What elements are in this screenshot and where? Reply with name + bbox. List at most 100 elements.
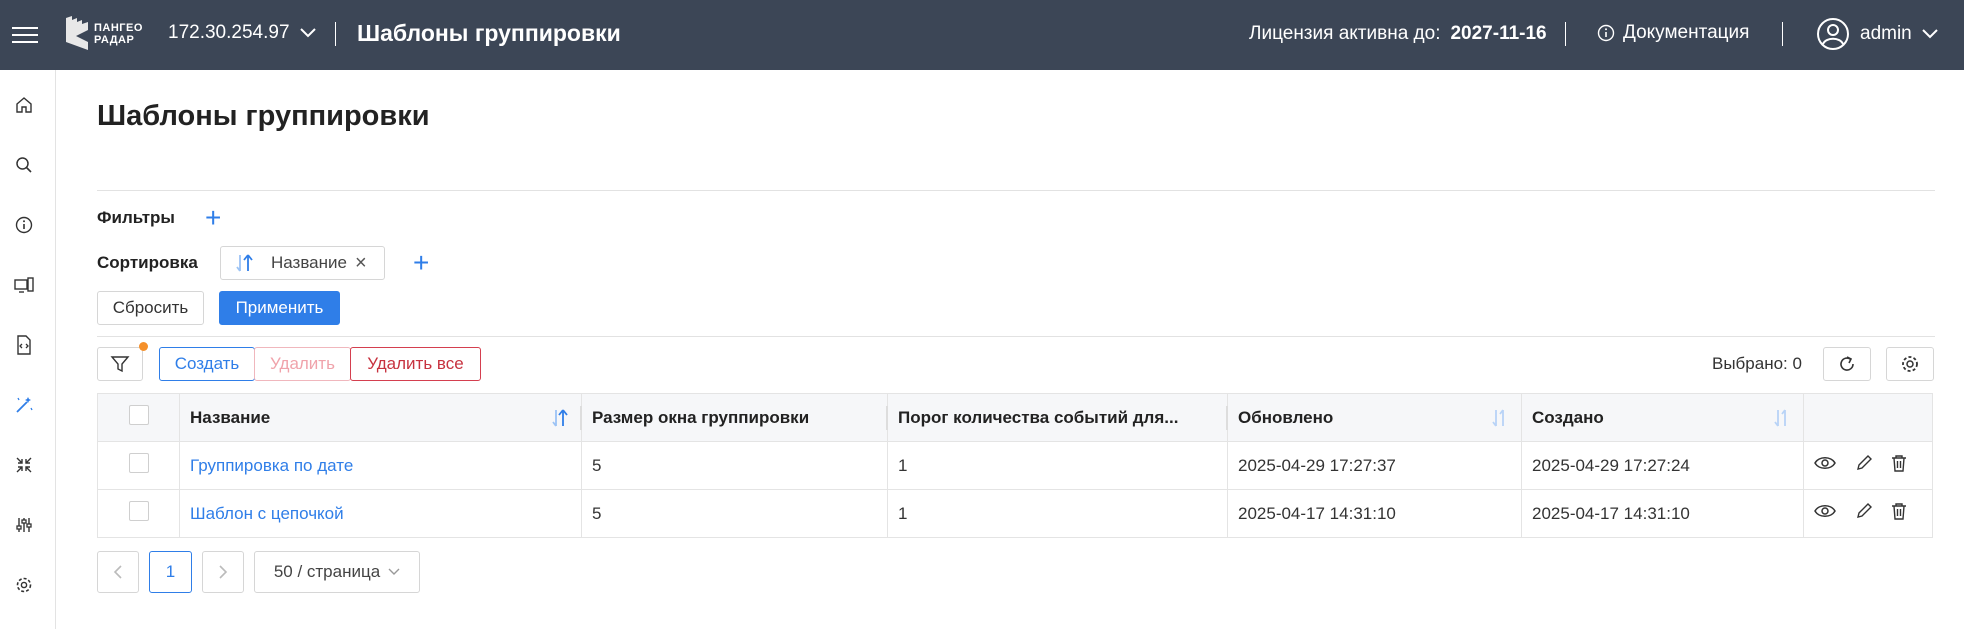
magic-wand-icon[interactable]: [13, 394, 35, 416]
chevron-right-icon: [219, 565, 228, 579]
logo-icon: [66, 16, 88, 50]
sort-chip[interactable]: Название ×: [220, 246, 385, 280]
sort-icon[interactable]: [1489, 407, 1511, 429]
divider: [97, 336, 1935, 337]
actions-cell: [1803, 441, 1933, 490]
search-icon[interactable]: [13, 154, 35, 176]
select-all-checkbox[interactable]: [128, 405, 149, 425]
updated-cell: 2025-04-29 17:27:37: [1227, 441, 1522, 490]
delete-all-button[interactable]: Удалить все: [350, 347, 481, 381]
selected-count: Выбрано: 0: [1712, 354, 1802, 373]
column-header-label: Название: [190, 407, 271, 427]
page-size-select[interactable]: 50 / страница: [254, 551, 420, 593]
top-bar: ПАНГЕО РАДАР 172.30.254.97 Шаблоны групп…: [0, 0, 1964, 70]
divider: [335, 22, 336, 46]
column-header-label: Размер окна группировки: [592, 407, 810, 427]
select-all-cell: [97, 393, 180, 442]
created-cell: 2025-04-29 17:27:24: [1521, 441, 1804, 490]
delete-button[interactable]: Удалить: [254, 347, 351, 381]
host-selector[interactable]: 172.30.254.97: [168, 22, 316, 44]
row-checkbox[interactable]: [128, 453, 149, 473]
name-cell: Группировка по дате: [179, 441, 582, 490]
menu-icon[interactable]: [12, 22, 38, 46]
create-button[interactable]: Создать: [159, 347, 255, 381]
chevron-down-icon: [1922, 29, 1938, 39]
home-icon[interactable]: [13, 94, 35, 116]
sort-ascending-icon[interactable]: [549, 407, 571, 429]
code-file-icon[interactable]: [13, 334, 35, 356]
reset-button[interactable]: Сбросить: [97, 291, 204, 325]
sort-icon[interactable]: [1771, 407, 1793, 429]
divider: [1565, 22, 1566, 46]
devices-icon[interactable]: [13, 274, 35, 296]
eye-icon[interactable]: [1814, 503, 1836, 524]
user-menu[interactable]: admin: [1816, 17, 1938, 51]
threshold-cell: 1: [887, 441, 1228, 490]
template-name-link[interactable]: Шаблон с цепочкой: [190, 504, 344, 523]
documentation-label: Документация: [1623, 22, 1750, 43]
pencil-icon[interactable]: [1855, 502, 1873, 525]
window-cell: 5: [581, 441, 888, 490]
table-header-row: Название Размер окна группировки Порог к…: [97, 393, 1933, 442]
row-checkbox[interactable]: [128, 501, 149, 521]
add-filter-icon[interactable]: +: [205, 204, 221, 232]
settings-button[interactable]: [1886, 347, 1934, 381]
documentation-link[interactable]: Документация: [1597, 22, 1749, 44]
refresh-icon: [1840, 356, 1854, 371]
row-select-cell: [97, 441, 180, 490]
divider: [97, 190, 1935, 191]
chevron-down-icon: [299, 28, 316, 38]
avatar-icon: [1817, 18, 1849, 50]
info-icon[interactable]: [13, 214, 35, 236]
username: admin: [1860, 23, 1912, 44]
logo-line1: ПАНГЕО: [94, 22, 143, 34]
threshold-cell: 1: [887, 489, 1228, 538]
gear-icon: [1902, 356, 1918, 372]
page-size-value: 50 / страница: [273, 562, 381, 581]
window-cell: 5: [581, 489, 888, 538]
close-icon[interactable]: ×: [355, 252, 367, 275]
trash-icon[interactable]: [1891, 502, 1907, 525]
chevron-left-icon: [113, 565, 122, 579]
collapse-icon[interactable]: [13, 454, 35, 476]
column-header-created[interactable]: Создано: [1521, 393, 1804, 442]
gear-icon[interactable]: [13, 574, 35, 596]
templates-table: Название Размер окна группировки Порог к…: [97, 393, 1933, 538]
column-header-name[interactable]: Название: [179, 393, 582, 442]
filter-icon: [110, 356, 130, 373]
header-title: Шаблоны группировки: [357, 20, 621, 46]
column-header-label: Обновлено: [1238, 407, 1334, 427]
chevron-down-icon: [388, 568, 400, 575]
page-button-current[interactable]: 1: [149, 551, 192, 593]
add-sort-icon[interactable]: +: [413, 249, 429, 277]
apply-button[interactable]: Применить: [219, 291, 340, 325]
filters-label: Фильтры: [97, 208, 175, 227]
page-title: Шаблоны группировки: [97, 100, 430, 132]
sliders-icon[interactable]: [13, 514, 35, 536]
column-header-label: Создано: [1532, 407, 1604, 427]
refresh-button[interactable]: [1823, 347, 1871, 381]
column-header-threshold[interactable]: Порог количества событий для...: [887, 393, 1228, 442]
table-row: Группировка по дате 5 1 2025-04-29 17:27…: [97, 441, 1933, 490]
filter-badge: [139, 342, 148, 351]
pencil-icon[interactable]: [1855, 454, 1873, 477]
template-name-link[interactable]: Группировка по дате: [190, 456, 353, 475]
divider: [1782, 22, 1783, 46]
column-header-label: Порог количества событий для...: [898, 407, 1179, 427]
row-select-cell: [97, 489, 180, 538]
license-info: Лицензия активна до: 2027-11-16: [1249, 23, 1547, 45]
table-row: Шаблон с цепочкой 5 1 2025-04-17 14:31:1…: [97, 489, 1933, 538]
updated-cell: 2025-04-17 14:31:10: [1227, 489, 1522, 538]
prev-page-button[interactable]: [97, 551, 139, 593]
actions-cell: [1803, 489, 1933, 538]
eye-icon[interactable]: [1814, 455, 1836, 476]
column-header-window[interactable]: Размер окна группировки: [581, 393, 888, 442]
next-page-button[interactable]: [202, 551, 244, 593]
column-header-updated[interactable]: Обновлено: [1227, 393, 1522, 442]
created-cell: 2025-04-17 14:31:10: [1521, 489, 1804, 538]
filter-toggle-button[interactable]: [97, 347, 143, 381]
host-ip: 172.30.254.97: [168, 22, 290, 43]
sidebar: [0, 70, 56, 629]
trash-icon[interactable]: [1891, 454, 1907, 477]
logo-line2: РАДАР: [94, 34, 135, 46]
